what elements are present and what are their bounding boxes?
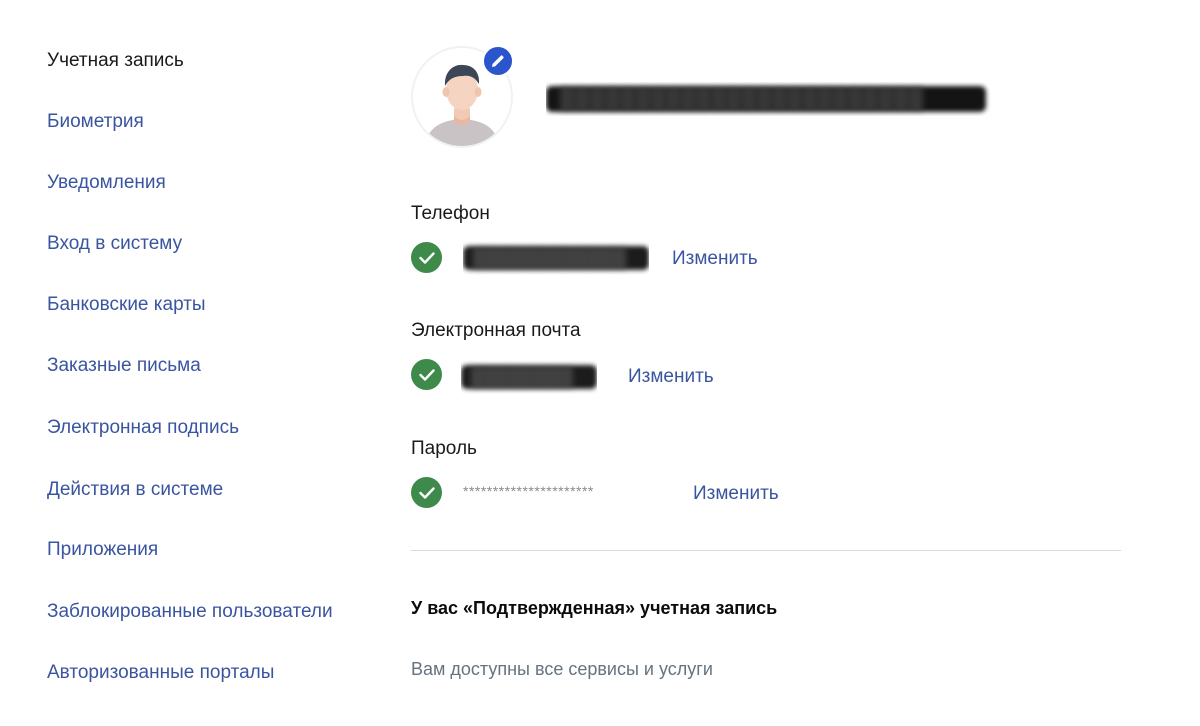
change-phone-link[interactable]: Изменить (672, 247, 758, 271)
edit-avatar-button[interactable] (482, 45, 514, 77)
section-divider (411, 550, 1121, 551)
sidebar-item-notifications[interactable]: Уведомления (47, 171, 166, 195)
account-settings-page: Учетная запись Биометрия Уведомления Вхо… (0, 0, 1200, 726)
sidebar-item-applications[interactable]: Приложения (47, 538, 158, 562)
sidebar-item-bank-cards[interactable]: Банковские карты (47, 293, 206, 317)
change-email-link[interactable]: Изменить (628, 365, 714, 389)
user-full-name-redacted: ████████████████████████ (546, 82, 992, 116)
email-label: Электронная почта (411, 320, 581, 341)
account-status-title: У вас «Подтвержденная» учетная запись (411, 598, 778, 618)
email-value-redacted: ████████ (461, 360, 597, 394)
account-status-description: Вам доступны все сервисы и услуги (411, 659, 713, 679)
sidebar-item-login[interactable]: Вход в систему (47, 232, 182, 256)
email-verified-icon (411, 359, 442, 390)
account-main: ████████████████████████ Телефон ███████… (411, 0, 1151, 726)
phone-value-redacted: ████████████ (463, 241, 649, 275)
sidebar-item-system-actions[interactable]: Действия в системе (47, 478, 223, 502)
sidebar-item-blocked-users[interactable]: Заблокированные пользователи (47, 600, 333, 624)
sidebar-item-authorized-portals[interactable]: Авторизованные порталы (47, 661, 274, 685)
sidebar-item-registered-letters[interactable]: Заказные письма (47, 354, 201, 378)
pencil-icon (492, 55, 504, 67)
password-verified-icon (411, 477, 442, 508)
password-label: Пароль (411, 438, 477, 459)
sidebar-item-electronic-signature[interactable]: Электронная подпись (47, 416, 239, 440)
sidebar-item-biometry[interactable]: Биометрия (47, 110, 144, 134)
phone-verified-icon (411, 242, 442, 273)
change-password-link[interactable]: Изменить (693, 482, 779, 506)
sidebar-item-account[interactable]: Учетная запись (47, 49, 184, 73)
password-mask: ********************** (463, 483, 594, 499)
phone-label: Телефон (411, 203, 490, 224)
